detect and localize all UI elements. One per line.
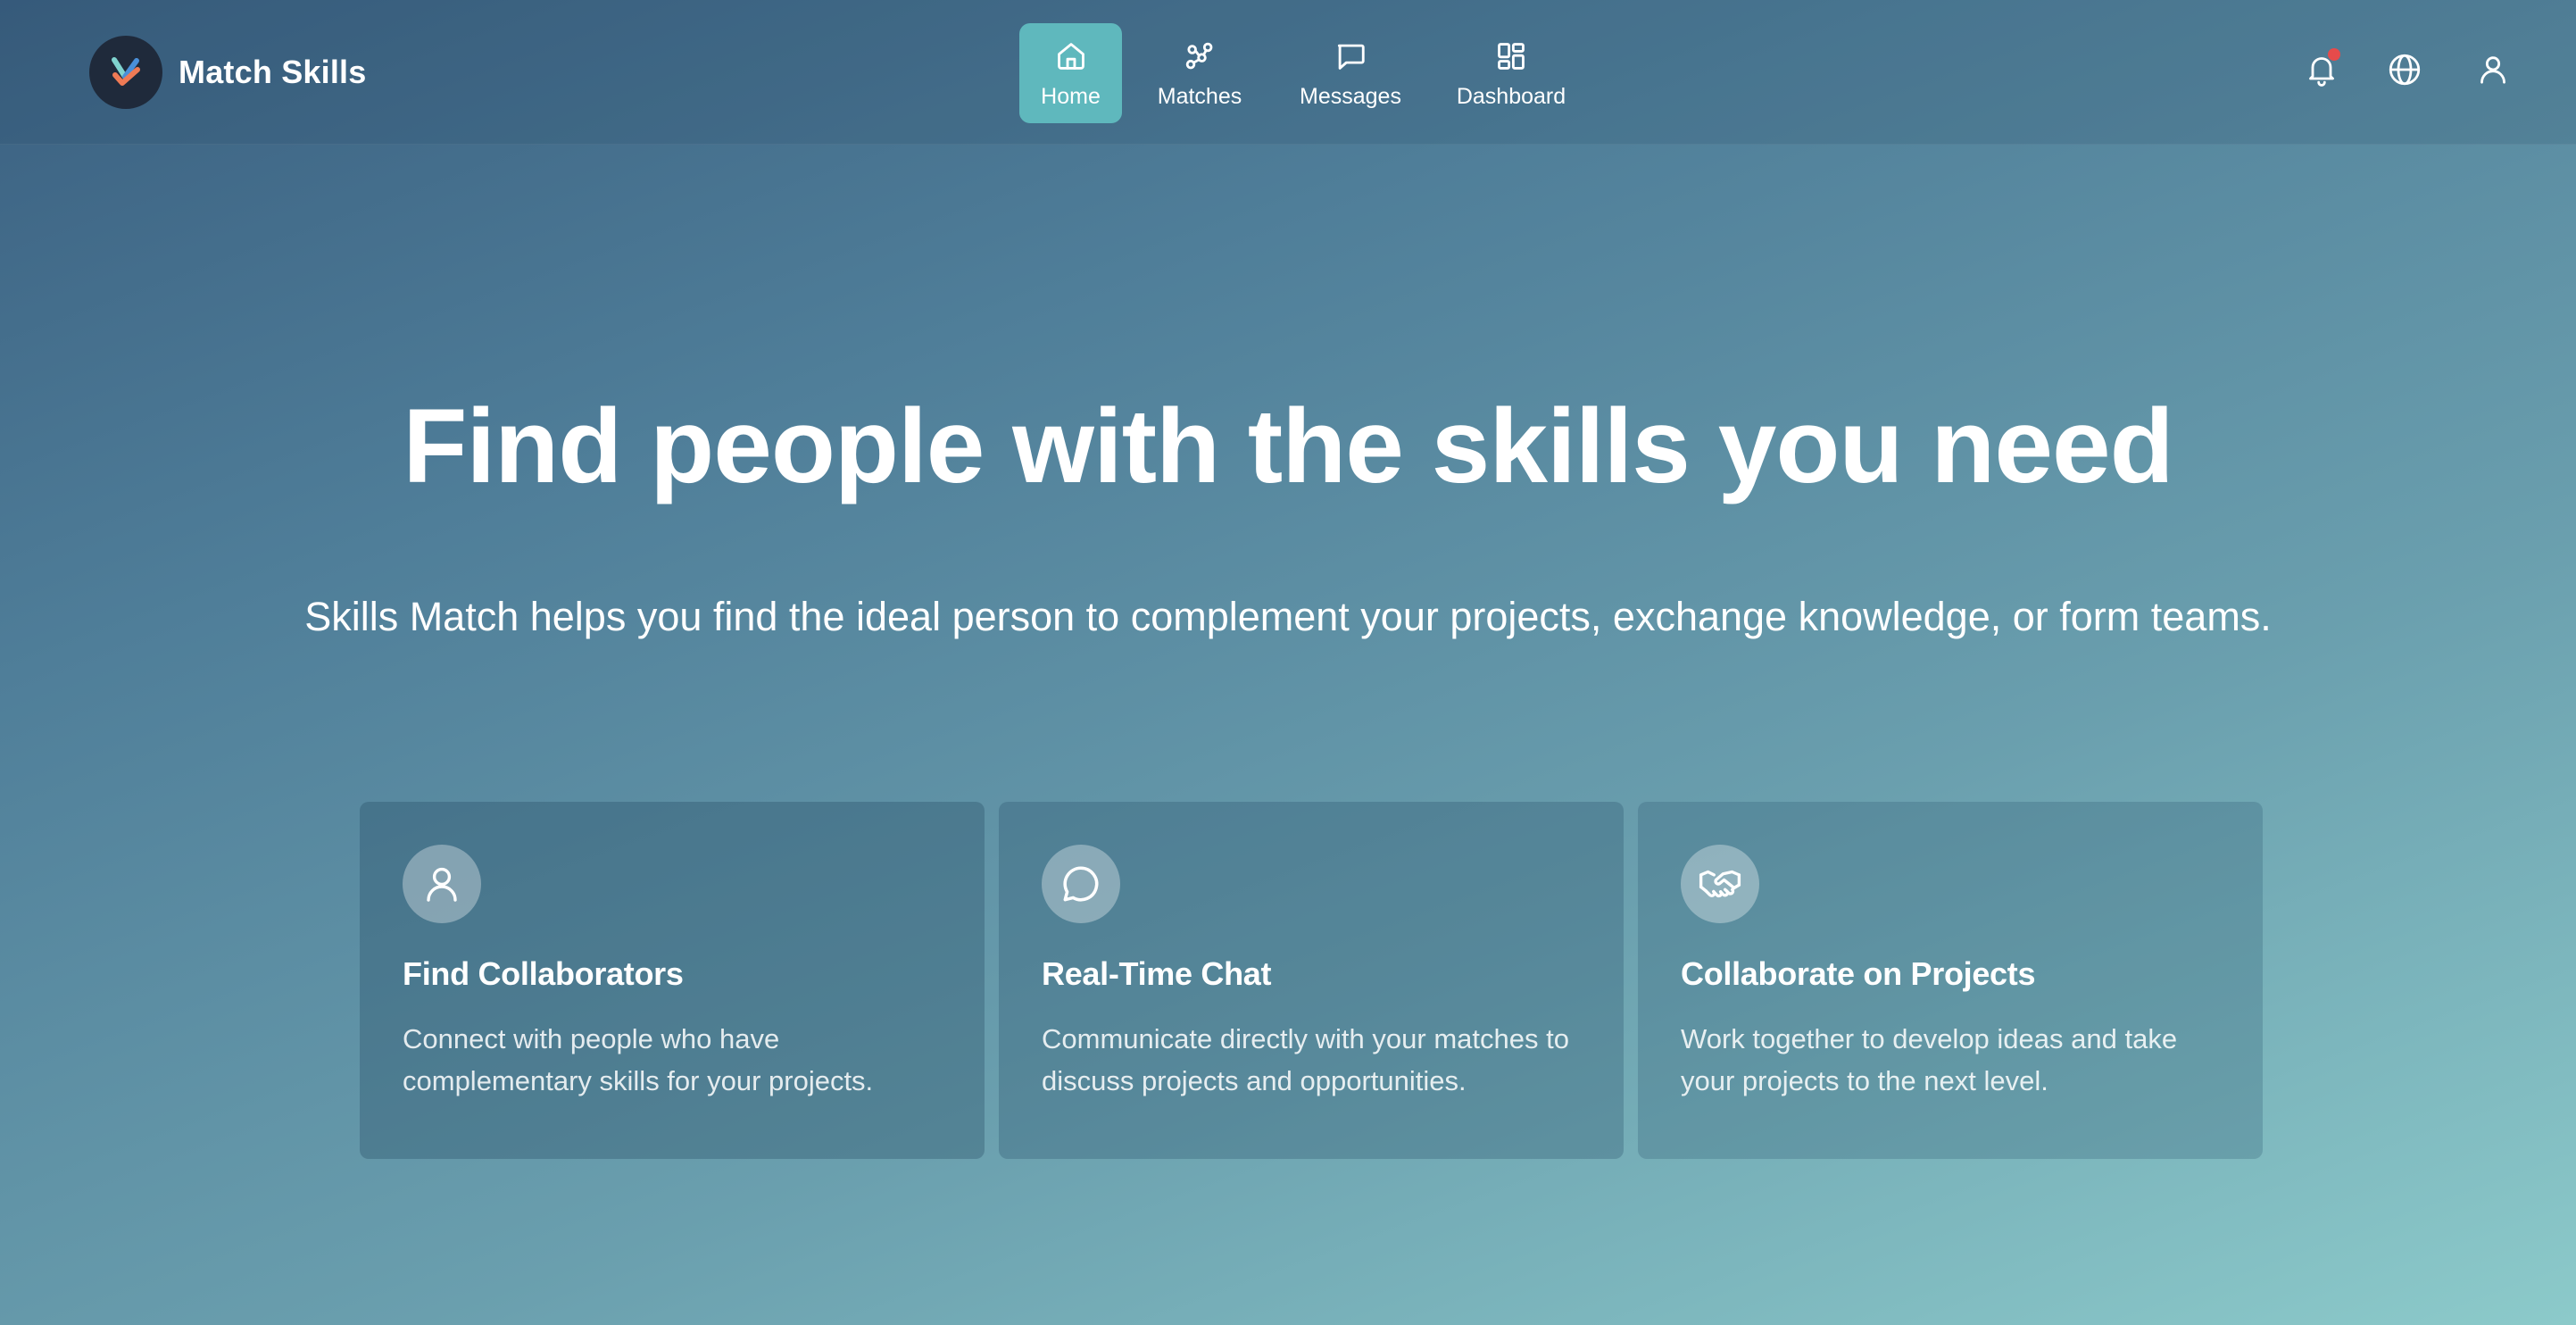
- feature-description: Work together to develop ideas and take …: [1681, 1023, 2178, 1096]
- notifications-button[interactable]: [2297, 46, 2347, 96]
- feature-title: Find Collaborators: [403, 955, 684, 992]
- nav-label-dashboard: Dashboard: [1456, 83, 1566, 109]
- nav-item-home[interactable]: Home: [1019, 23, 1122, 123]
- nav-item-dashboard[interactable]: Dashboard: [1444, 23, 1578, 123]
- hero-title: Find people with the skills you need: [403, 388, 2173, 505]
- feature-description: Communicate directly with your matches t…: [1042, 1023, 1569, 1096]
- dashboard-icon: [1494, 38, 1528, 75]
- brand-logo-icon: [89, 36, 162, 109]
- feature-card-collaborate-on-projects: Collaborate on Projects Work together to…: [1638, 802, 2263, 1159]
- feature-card-real-time-chat: Real-Time Chat Communicate directly with…: [999, 802, 1624, 1159]
- feature-title: Real-Time Chat: [1042, 955, 1272, 992]
- user-icon: [2475, 52, 2511, 92]
- brand-name: Match Skills: [179, 54, 367, 90]
- hero-subtitle: Skills Match helps you find the ideal pe…: [304, 594, 2272, 639]
- feature-description: Connect with people who have complementa…: [403, 1023, 874, 1096]
- feature-cards: Find Collaborators Connect with people w…: [360, 802, 2263, 1159]
- handshake-icon: [1681, 845, 1759, 923]
- message-icon: [1334, 38, 1367, 75]
- main-nav: Home Matches Messages Dashboard: [1019, 23, 1578, 123]
- language-button[interactable]: [2380, 46, 2430, 96]
- feature-title: Collaborate on Projects: [1681, 955, 2036, 992]
- top-navigation-bar: Match Skills Home Matches Messages Dashb…: [0, 0, 2576, 145]
- globe-icon: [2386, 51, 2423, 93]
- user-icon: [403, 845, 481, 923]
- nav-label-home: Home: [1041, 83, 1101, 109]
- feature-card-find-collaborators: Find Collaborators Connect with people w…: [360, 802, 985, 1159]
- nav-label-matches: Matches: [1157, 83, 1242, 109]
- brand[interactable]: Match Skills: [89, 36, 366, 109]
- home-icon: [1054, 38, 1088, 75]
- nav-item-messages[interactable]: Messages: [1284, 23, 1417, 123]
- network-icon: [1182, 38, 1217, 75]
- profile-button[interactable]: [2468, 46, 2518, 96]
- nav-item-matches[interactable]: Matches: [1144, 23, 1255, 123]
- chat-bubble-icon: [1042, 845, 1120, 923]
- nav-label-messages: Messages: [1300, 83, 1401, 109]
- notification-dot: [2328, 48, 2340, 61]
